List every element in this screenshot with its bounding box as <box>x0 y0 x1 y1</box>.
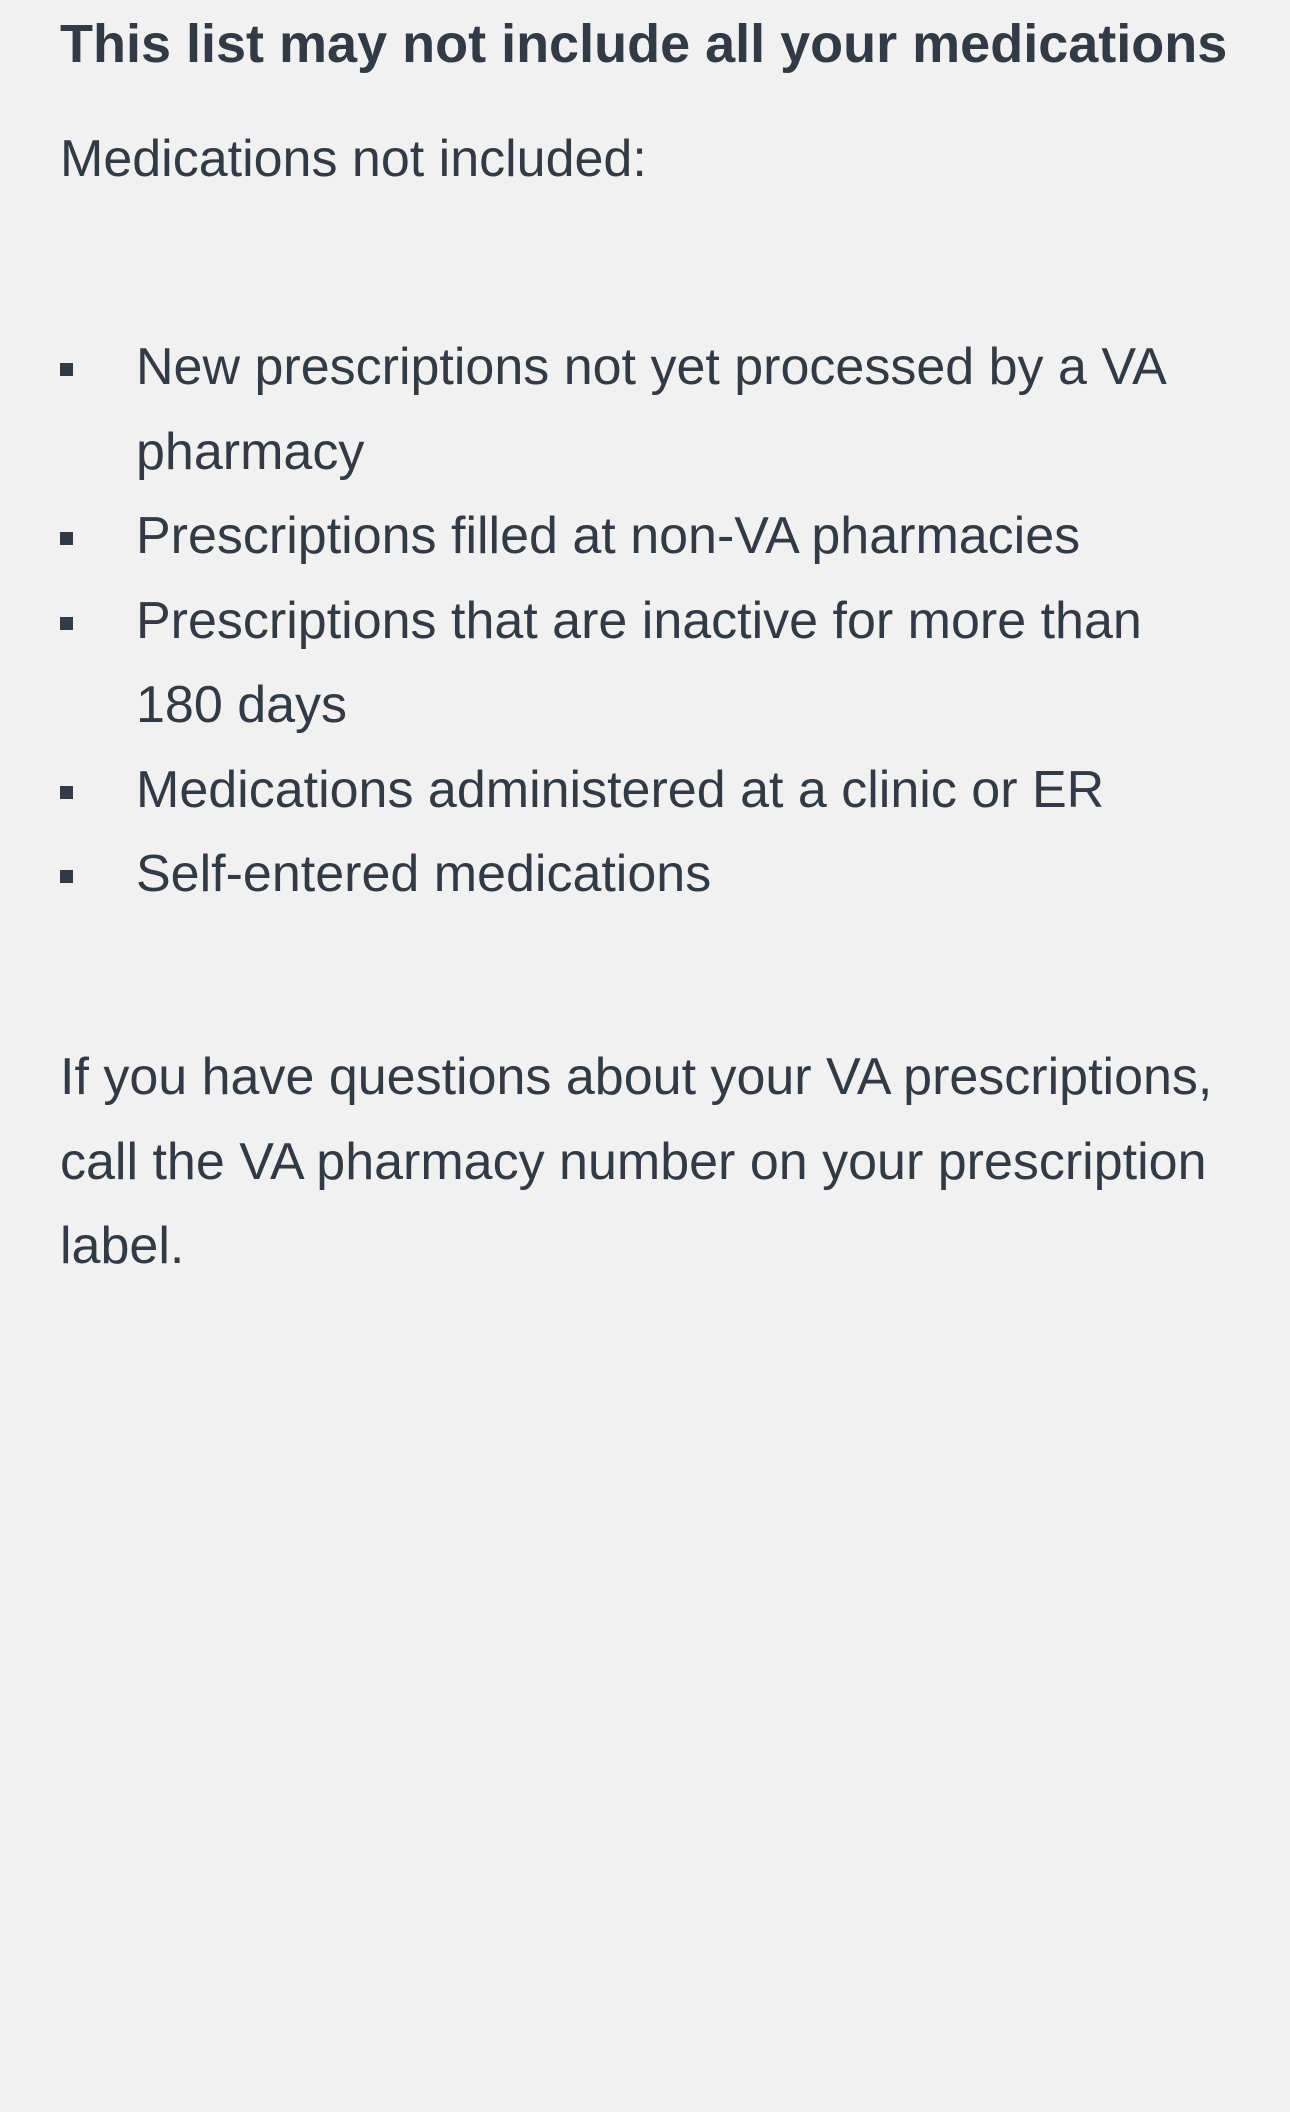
square-bullet-icon <box>60 616 73 630</box>
square-bullet-icon <box>60 363 73 376</box>
list-item-text: Prescriptions filled at non-VA pharmacie… <box>136 507 1081 565</box>
pharmacy-contact-instructions: If you have questions about your VA pres… <box>60 1048 1213 1275</box>
excluded-medications-list: New prescriptions not yet processed by a… <box>60 325 1230 917</box>
list-item-text: Self-entered medications <box>136 845 712 903</box>
square-bullet-icon <box>60 532 73 545</box>
list-item: Self-entered medications <box>60 832 1230 917</box>
list-item-text: Prescriptions that are inactive for more… <box>136 591 1142 735</box>
square-bullet-icon <box>60 785 73 799</box>
list-item: Prescriptions that are inactive for more… <box>60 579 1230 748</box>
list-item: Prescriptions filled at non-VA pharmacie… <box>60 494 1230 579</box>
medications-not-included-label: Medications not included: <box>60 130 647 188</box>
list-item-text: New prescriptions not yet processed by a… <box>136 338 1164 481</box>
notice-heading: This list may not include all your medic… <box>60 14 1228 74</box>
square-bullet-icon <box>60 870 73 883</box>
list-item: New prescriptions not yet processed by a… <box>60 325 1230 494</box>
medications-notice-page: This list may not include all your medic… <box>0 0 1290 2112</box>
list-item: Medications administered at a clinic or … <box>60 748 1230 833</box>
list-item-text: Medications administered at a clinic or … <box>136 760 1105 819</box>
